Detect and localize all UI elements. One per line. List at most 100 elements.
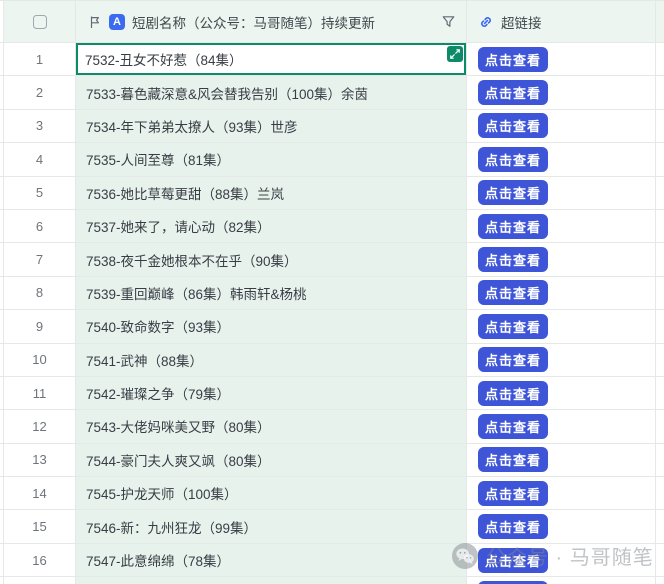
view-button[interactable]: 点击查看 xyxy=(478,347,548,372)
drama-name-text: 7544-豪门夫人爽又飒（80集） xyxy=(86,450,271,470)
table-row: 15 7546-新：九州狂龙（99集） 点击查看 xyxy=(0,510,664,543)
expand-record-icon[interactable] xyxy=(447,46,463,62)
view-button[interactable]: 点击查看 xyxy=(478,481,548,506)
drama-name-cell[interactable]: 7535-人间至尊（81集） xyxy=(76,143,467,176)
select-all-checkbox[interactable] xyxy=(33,15,47,29)
drama-name-cell[interactable] xyxy=(76,577,467,584)
row-number: 6 xyxy=(36,219,43,234)
extra-cell xyxy=(656,477,664,510)
drama-name-text: 7534-年下弟弟太撩人（93集）世彦 xyxy=(86,116,298,136)
drama-name-cell[interactable]: 7538-夜千金她根本不在乎（90集） xyxy=(76,243,467,276)
drama-name-cell[interactable]: 7546-新：九州狂龙（99集） xyxy=(76,510,467,543)
table-row-partial: 点击查看 xyxy=(0,577,664,584)
drama-name-text: 7545-护龙天师（100集） xyxy=(86,483,238,503)
hyperlink-cell: 点击查看 xyxy=(467,210,656,243)
row-number-cell[interactable]: 3 xyxy=(4,110,76,143)
link-icon xyxy=(478,14,494,30)
view-button[interactable]: 点击查看 xyxy=(478,514,548,539)
hyperlink-cell: 点击查看 xyxy=(467,43,656,76)
hyperlink-cell: 点击查看 xyxy=(467,277,656,310)
row-number-cell[interactable]: 1 xyxy=(4,43,76,76)
text-field-type-icon: A xyxy=(109,14,125,30)
drama-name-cell[interactable]: 7544-豪门夫人爽又飒（80集） xyxy=(76,444,467,477)
hyperlink-cell: 点击查看 xyxy=(467,477,656,510)
row-number: 1 xyxy=(36,52,43,67)
extra-cell xyxy=(656,243,664,276)
row-number-cell[interactable]: 12 xyxy=(4,410,76,443)
drama-name-cell[interactable]: 7539-重回巅峰（86集）韩雨轩&杨桃 xyxy=(76,277,467,310)
view-button[interactable]: 点击查看 xyxy=(478,280,548,305)
drama-name-text: 7538-夜千金她根本不在乎（90集） xyxy=(86,250,298,270)
row-number-cell[interactable]: 15 xyxy=(4,510,76,543)
row-number: 9 xyxy=(36,319,43,334)
name-column-title: 短剧名称（公众号：马哥随笔）持续更新 xyxy=(132,12,375,32)
extra-cell xyxy=(656,344,664,377)
hyperlink-cell: 点击查看 xyxy=(467,143,656,176)
table-row: 4 7535-人间至尊（81集） 点击查看 xyxy=(0,143,664,176)
drama-name-cell[interactable]: 7540-致命数字（93集） xyxy=(76,310,467,343)
table-row: 12 7543-大佬妈咪美又野（80集） 点击查看 xyxy=(0,410,664,443)
row-number-cell[interactable]: 7 xyxy=(4,243,76,276)
row-number-cell[interactable]: 9 xyxy=(4,310,76,343)
hyperlink-cell: 点击查看 xyxy=(467,310,656,343)
row-number-cell[interactable]: 8 xyxy=(4,277,76,310)
row-number-cell[interactable]: 5 xyxy=(4,177,76,210)
table-row: 7 7538-夜千金她根本不在乎（90集） 点击查看 xyxy=(0,243,664,276)
row-number: 3 xyxy=(36,118,43,133)
drama-name-cell[interactable]: 7542-璀璨之争（79集） xyxy=(76,377,467,410)
view-button[interactable]: 点击查看 xyxy=(478,314,548,339)
drama-name-cell[interactable]: 7537-她来了，请心动（82集） xyxy=(76,210,467,243)
link-column-title: 超链接 xyxy=(501,12,542,32)
drama-name-cell[interactable]: 7545-护龙天师（100集） xyxy=(76,477,467,510)
drama-name-cell[interactable]: 7541-武神（88集） xyxy=(76,344,467,377)
view-button[interactable]: 点击查看 xyxy=(478,180,548,205)
row-number-cell[interactable]: 14 xyxy=(4,477,76,510)
row-number: 16 xyxy=(32,553,46,568)
view-button[interactable]: 点击查看 xyxy=(478,47,548,72)
view-button[interactable]: 点击查看 xyxy=(478,147,548,172)
view-button[interactable]: 点击查看 xyxy=(478,214,548,239)
hyperlink-cell: 点击查看 xyxy=(467,544,656,577)
drama-name-cell[interactable]: 7543-大佬妈咪美又野（80集） xyxy=(76,410,467,443)
view-button[interactable]: 点击查看 xyxy=(478,381,548,406)
row-number-cell[interactable] xyxy=(4,577,76,584)
table-row: 10 7541-武神（88集） 点击查看 xyxy=(0,344,664,377)
extra-cell xyxy=(656,544,664,577)
row-number-cell[interactable]: 4 xyxy=(4,143,76,176)
row-number-cell[interactable]: 10 xyxy=(4,344,76,377)
row-number: 10 xyxy=(32,352,46,367)
extra-cell xyxy=(656,510,664,543)
row-number-cell[interactable]: 11 xyxy=(4,377,76,410)
drama-name-cell[interactable]: 7534-年下弟弟太撩人（93集）世彦 xyxy=(76,110,467,143)
drama-name-cell[interactable]: 7547-此意绵绵（78集） xyxy=(76,544,467,577)
table-row: 5 7536-她比草莓更甜（88集）兰岚 点击查看 xyxy=(0,177,664,210)
extra-cell xyxy=(656,410,664,443)
view-button[interactable]: 点击查看 xyxy=(478,548,548,573)
row-number-cell[interactable]: 16 xyxy=(4,544,76,577)
row-number: 12 xyxy=(32,419,46,434)
extra-cell xyxy=(656,310,664,343)
table-row: 2 7533-暮色藏深意&风会替我告别（100集）余茵 点击查看 xyxy=(0,76,664,109)
view-button[interactable]: 点击查看 xyxy=(478,80,548,105)
drama-name-cell[interactable]: 7533-暮色藏深意&风会替我告别（100集）余茵 xyxy=(76,76,467,109)
view-button[interactable]: 点击查看 xyxy=(478,447,548,472)
view-button[interactable]: 点击查看 xyxy=(478,113,548,138)
row-number: 15 xyxy=(32,519,46,534)
row-number-cell[interactable]: 6 xyxy=(4,210,76,243)
hyperlink-cell: 点击查看 xyxy=(467,377,656,410)
extra-column-header xyxy=(656,0,664,43)
link-column-header[interactable]: 超链接 xyxy=(467,0,656,43)
table-row: 16 7547-此意绵绵（78集） 点击查看 xyxy=(0,544,664,577)
view-button[interactable]: 点击查看 xyxy=(478,247,548,272)
extra-cell xyxy=(656,577,664,584)
row-number-cell[interactable]: 13 xyxy=(4,444,76,477)
drama-name-text: 7537-她来了，请心动（82集） xyxy=(86,216,271,236)
table-row: 13 7544-豪门夫人爽又飒（80集） 点击查看 xyxy=(0,444,664,477)
view-button[interactable]: 点击查看 xyxy=(478,414,548,439)
drama-name-cell[interactable]: 7536-她比草莓更甜（88集）兰岚 xyxy=(76,177,467,210)
drama-name-cell-selected[interactable]: 7532-丑女不好惹（84集） xyxy=(76,43,467,76)
table-row: 6 7537-她来了，请心动（82集） 点击查看 xyxy=(0,210,664,243)
name-column-header[interactable]: A 短剧名称（公众号：马哥随笔）持续更新 xyxy=(76,0,467,43)
filter-icon[interactable] xyxy=(441,14,456,29)
row-number-cell[interactable]: 2 xyxy=(4,76,76,109)
